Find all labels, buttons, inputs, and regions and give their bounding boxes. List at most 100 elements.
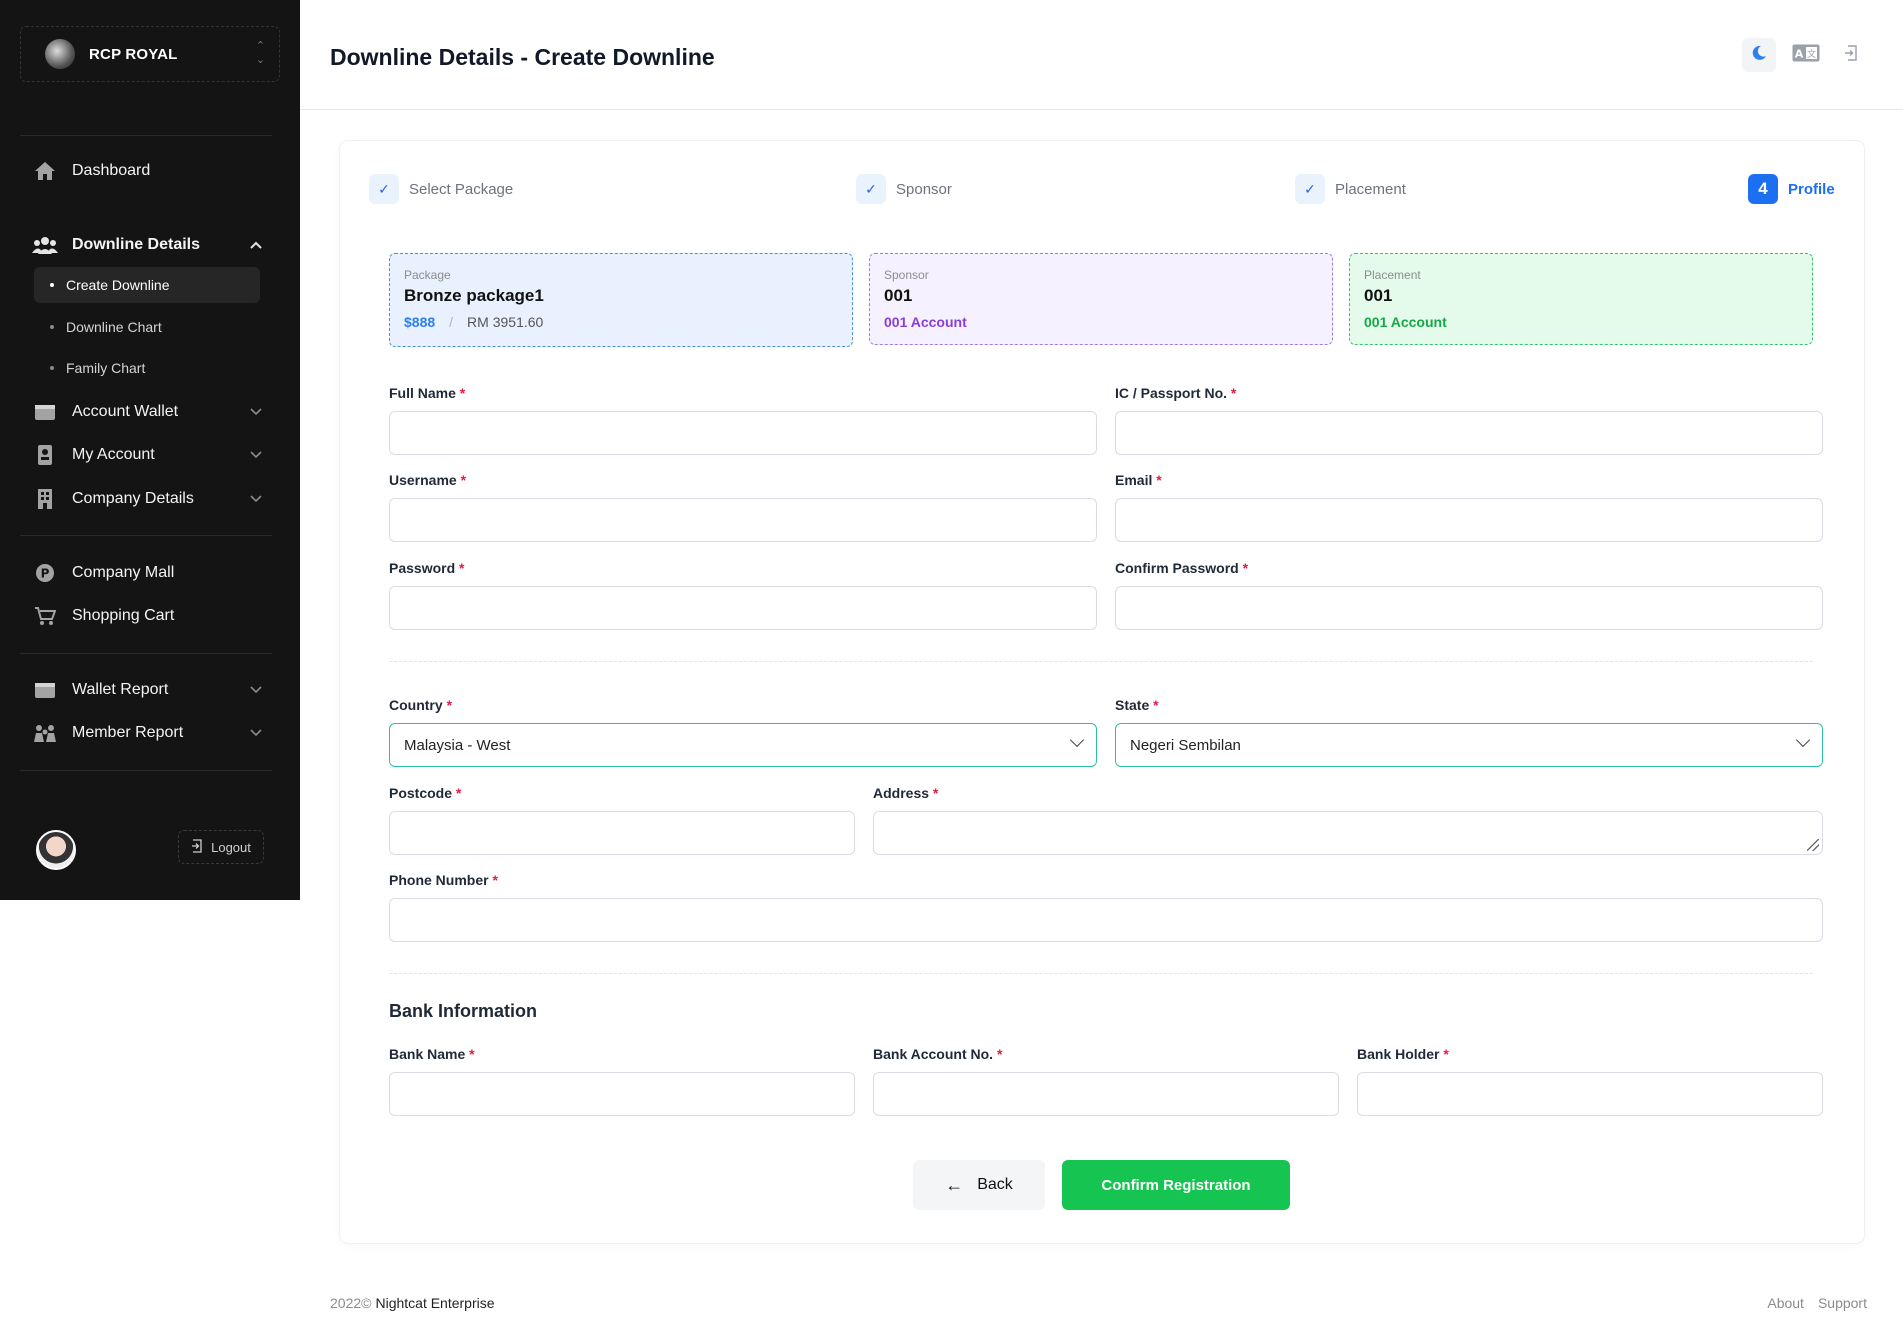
phone-input[interactable] <box>389 898 1823 942</box>
back-label: Back <box>977 1176 1013 1193</box>
building-icon <box>32 488 58 510</box>
bank-account-input[interactable] <box>873 1072 1339 1116</box>
package-price-rm: RM 3951.60 <box>467 314 544 330</box>
password-input[interactable] <box>389 586 1097 630</box>
step-label: Sponsor <box>896 180 952 198</box>
phone-label: Phone Number * <box>389 872 498 888</box>
sidebar-divider <box>20 770 272 771</box>
language-button[interactable]: A文 <box>1786 38 1826 72</box>
sidebar-item-dashboard[interactable]: Dashboard <box>32 155 262 187</box>
sidebar-item-wallet-report[interactable]: Wallet Report <box>32 674 262 706</box>
step-label: Placement <box>1335 180 1406 198</box>
bank-name-label: Bank Name * <box>389 1046 475 1062</box>
summary-label: Package <box>404 268 451 282</box>
bank-holder-input[interactable] <box>1357 1072 1823 1116</box>
package-prices: $888 / RM 3951.60 <box>404 314 838 330</box>
chevron-down-icon <box>250 726 262 740</box>
sidebar-item-label: Dashboard <box>72 162 151 179</box>
placement-summary: Placement 001 001 Account <box>1349 253 1813 345</box>
address-textarea[interactable] <box>873 811 1823 855</box>
sidebar-subitem-label: Downline Chart <box>66 319 162 335</box>
username-label: Username * <box>389 472 467 488</box>
email-input[interactable] <box>1115 498 1823 542</box>
sidebar-item-company-mall[interactable]: P Company Mall <box>32 557 262 589</box>
confirm-password-label: Confirm Password * <box>1115 560 1249 576</box>
chevron-down-icon <box>250 448 262 462</box>
package-name: Bronze package1 <box>404 286 544 305</box>
footer-about-link[interactable]: About <box>1767 1295 1804 1311</box>
section-divider <box>389 661 1813 662</box>
section-divider <box>389 973 1813 974</box>
parking-icon: P <box>32 562 58 584</box>
moon-icon <box>1751 45 1767 66</box>
cart-icon <box>32 605 58 627</box>
sidebar-item-label: Shopping Cart <box>72 607 175 624</box>
package-summary: Package Bronze package1 $888 / RM 3951.60 <box>389 253 853 347</box>
footer-links: About Support <box>1753 1295 1867 1311</box>
full-name-label: Full Name * <box>389 385 466 401</box>
confirm-password-input[interactable] <box>1115 586 1823 630</box>
step-label: Profile <box>1788 180 1835 198</box>
resize-handle-icon[interactable] <box>1807 839 1819 851</box>
sidebar-item-downline-details[interactable]: Downline Details <box>32 229 262 261</box>
postcode-input[interactable] <box>389 811 855 855</box>
ic-passport-input[interactable] <box>1115 411 1823 455</box>
sidebar-item-label: Wallet Report <box>72 681 169 698</box>
full-name-input[interactable] <box>389 411 1097 455</box>
sidebar-item-account-wallet[interactable]: Account Wallet <box>32 396 262 428</box>
sidebar-divider <box>20 135 272 136</box>
avatar[interactable] <box>36 830 76 870</box>
sidebar-subitem-family-chart[interactable]: Family Chart <box>34 350 260 386</box>
step-profile[interactable]: 4 Profile <box>1748 174 1835 204</box>
wallet-icon <box>32 401 58 423</box>
email-label: Email * <box>1115 472 1162 488</box>
translate-icon: A文 <box>1792 44 1820 67</box>
footer-company-link[interactable]: Nightcat Enterprise <box>375 1295 494 1311</box>
users-icon <box>32 234 58 256</box>
address-label: Address * <box>873 785 939 801</box>
check-icon: ✓ <box>369 174 399 204</box>
arrow-left-icon: ← <box>945 1174 964 1195</box>
group-icon <box>32 722 58 744</box>
badge-icon <box>32 444 58 466</box>
wallet-icon <box>32 679 58 701</box>
back-button[interactable]: ← Back <box>913 1160 1045 1210</box>
placement-code: 001 <box>1364 286 1393 305</box>
theme-toggle-button[interactable] <box>1742 38 1776 72</box>
sidebar-item-company-details[interactable]: Company Details <box>32 483 262 515</box>
summary-label: Placement <box>1364 268 1421 282</box>
brand-switcher[interactable]: RCP ROYAL ⌃ ⌄ <box>20 26 280 82</box>
check-icon: ✓ <box>856 174 886 204</box>
svg-text:文: 文 <box>1807 48 1816 60</box>
sidebar-item-shopping-cart[interactable]: Shopping Cart <box>32 600 262 632</box>
confirm-registration-button[interactable]: Confirm Registration <box>1062 1160 1290 1210</box>
logout-button[interactable]: Logout <box>178 830 264 864</box>
country-select[interactable]: Malaysia - West <box>389 723 1097 767</box>
step-label: Select Package <box>409 180 514 198</box>
home-icon <box>32 160 58 182</box>
exit-icon <box>1844 44 1858 66</box>
sidebar-subitem-create-downline[interactable]: Create Downline <box>34 267 260 303</box>
sidebar-subitem-label: Create Downline <box>66 277 170 293</box>
bank-name-input[interactable] <box>389 1072 855 1116</box>
exit-button[interactable] <box>1834 38 1868 72</box>
sidebar-item-member-report[interactable]: Member Report <box>32 717 262 749</box>
sidebar-subitem-downline-chart[interactable]: Downline Chart <box>34 309 260 345</box>
svg-text:P: P <box>41 567 50 581</box>
sidebar: RCP ROYAL ⌃ ⌄ Dashboard Downline Details… <box>0 0 300 900</box>
bullet-icon <box>50 325 54 329</box>
username-input[interactable] <box>389 498 1097 542</box>
package-price: $888 <box>404 314 436 330</box>
bank-section-title: Bank Information <box>389 1001 538 1021</box>
create-downline-card: ✓ Select Package ✓ Sponsor ✓ Placement 4… <box>340 141 1864 1243</box>
sidebar-item-label: Downline Details <box>72 236 201 253</box>
step-sponsor[interactable]: ✓ Sponsor <box>856 174 952 204</box>
brand-name: RCP ROYAL <box>89 45 178 63</box>
step-placement[interactable]: ✓ Placement <box>1295 174 1406 204</box>
sidebar-item-my-account[interactable]: My Account <box>32 439 262 471</box>
state-select[interactable]: Negeri Sembilan <box>1115 723 1823 767</box>
footer-support-link[interactable]: Support <box>1818 1295 1867 1311</box>
chevron-down-icon <box>250 683 262 697</box>
step-select-package[interactable]: ✓ Select Package <box>369 174 513 204</box>
logout-icon <box>191 838 203 856</box>
